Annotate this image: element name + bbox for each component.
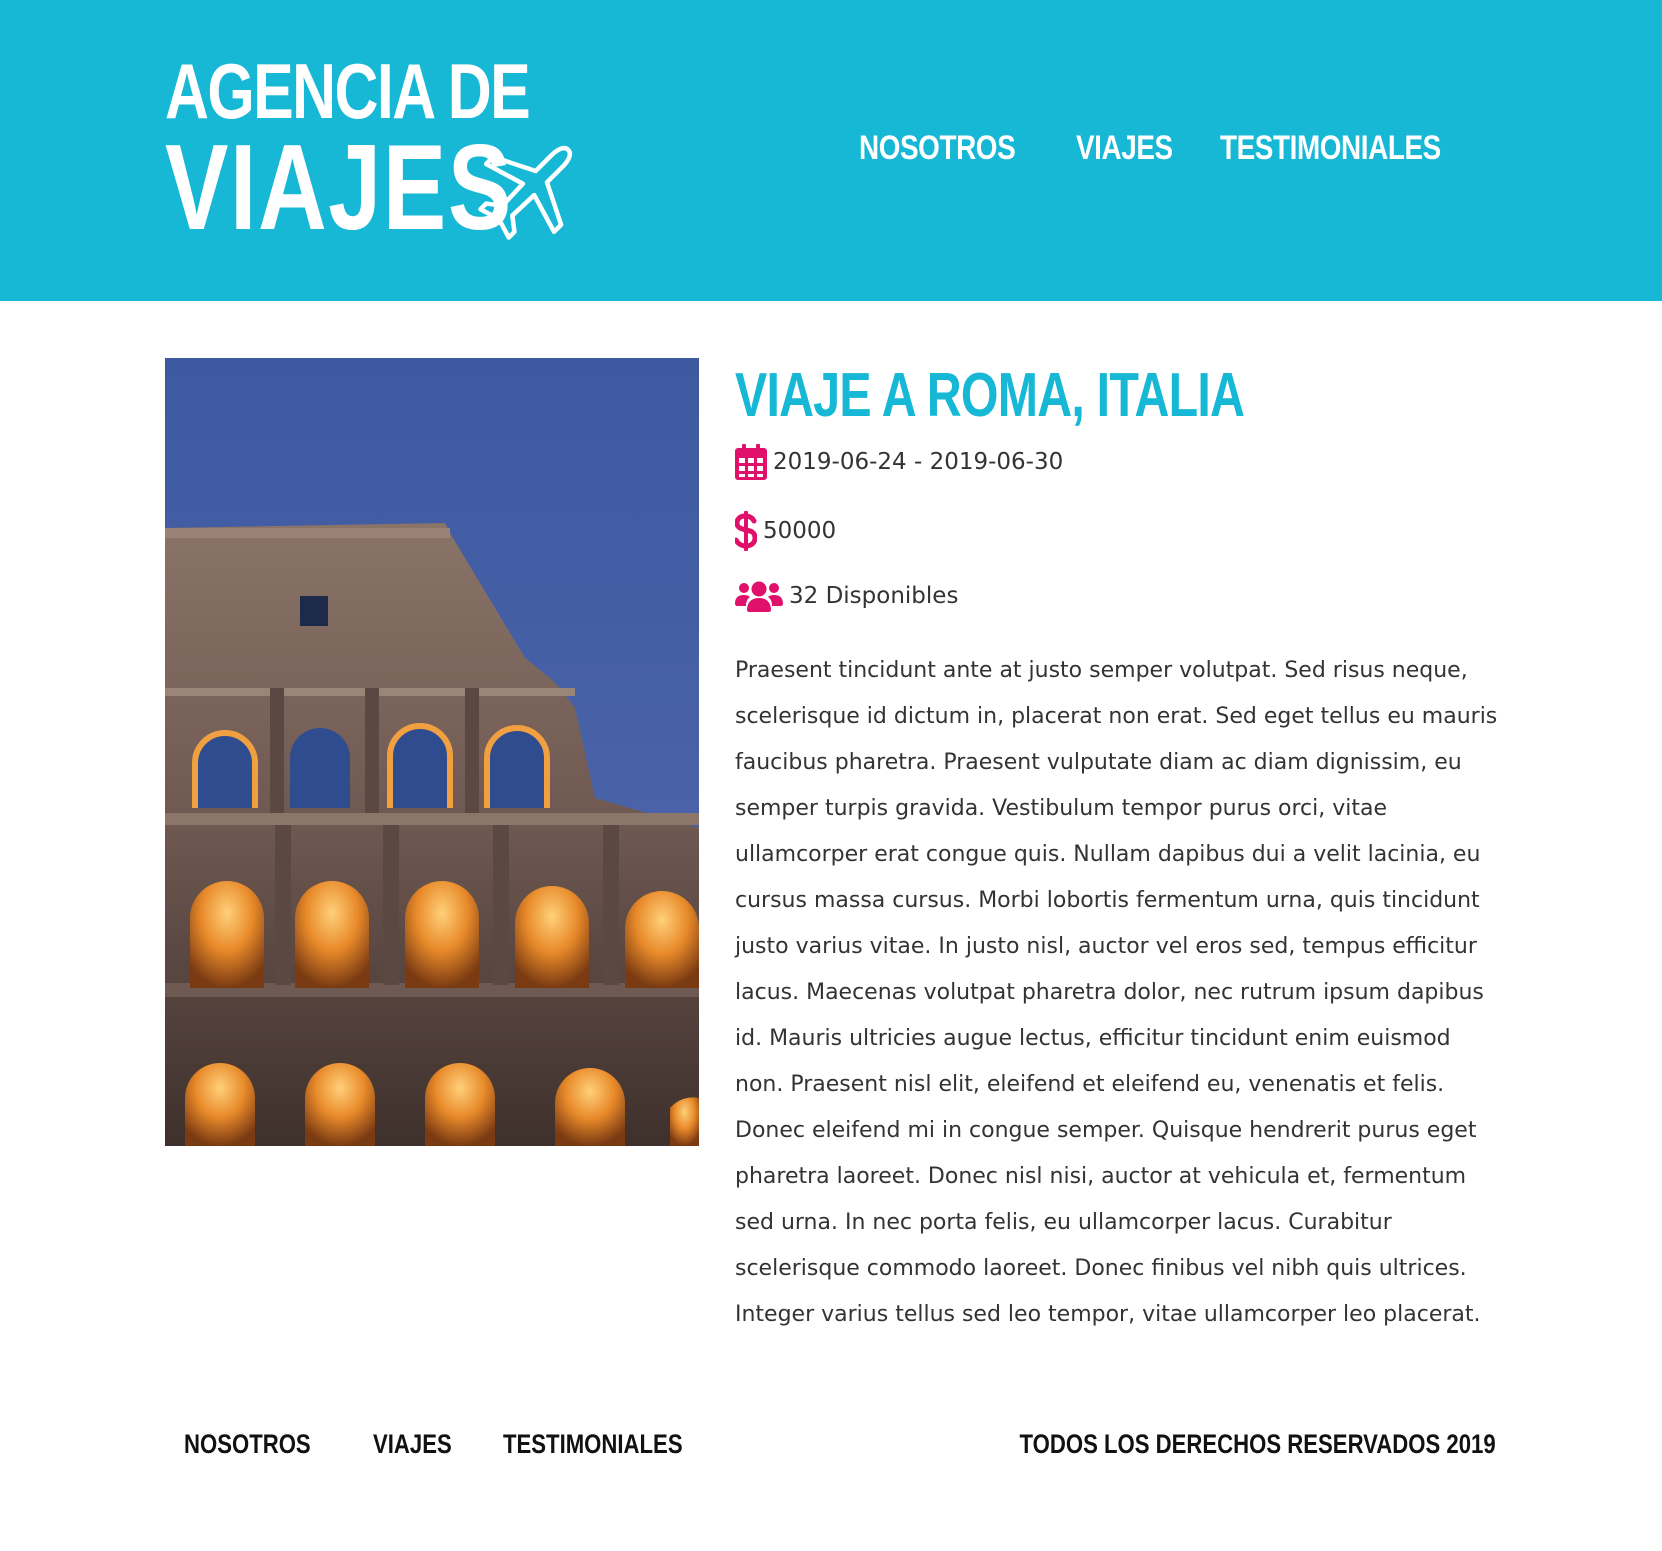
footer-link-testimoniales[interactable]: TESTIMONIALES [503,1426,683,1462]
trip-photo [165,358,699,1146]
footer-nav: NOSOTROS VIAJES TESTIMONIALES [184,1426,716,1462]
airplane-icon [478,145,573,240]
nav-link-testimoniales[interactable]: TESTIMONIALES [1220,125,1441,171]
site-header: AGENCIA DE VIAJES NOSOTROS VIAJES TESTIM… [0,0,1662,301]
nav-link-nosotros[interactable]: NOSOTROS [859,125,1016,171]
trip-price-text: 50000 [763,518,837,544]
colosseum-image [165,358,699,1146]
dollar-icon [735,511,757,551]
trip-availability-text: 32 Disponibles [789,583,959,609]
trip-description: Praesent tincidunt ante at justo semper … [735,658,1498,1327]
logo-line-2: VIAJES [165,119,513,255]
trip-price: 50000 [735,511,836,551]
copyright-text: TODOS LOS DERECHOS RESERVADOS 2019 [1019,1429,1496,1459]
trip-dates: 2019-06-24 - 2019-06-30 [735,444,1063,480]
site-logo[interactable]: AGENCIA DE VIAJES [165,48,605,255]
main-nav: NOSOTROS VIAJES TESTIMONIALES [859,125,1477,171]
calendar-icon [735,444,767,480]
nav-link-viajes[interactable]: VIAJES [1076,125,1173,171]
trip-dates-text: 2019-06-24 - 2019-06-30 [773,449,1064,475]
users-icon [735,581,783,612]
footer-link-nosotros[interactable]: NOSOTROS [184,1426,311,1462]
trip-title: VIAJE A ROMA, ITALIA [735,361,1245,430]
trip-details: VIAJE A ROMA, ITALIA 2019-06-24 - 2019-0… [735,358,1505,1327]
footer-link-viajes[interactable]: VIAJES [373,1426,452,1462]
trip-availability: 32 Disponibles [735,580,958,612]
